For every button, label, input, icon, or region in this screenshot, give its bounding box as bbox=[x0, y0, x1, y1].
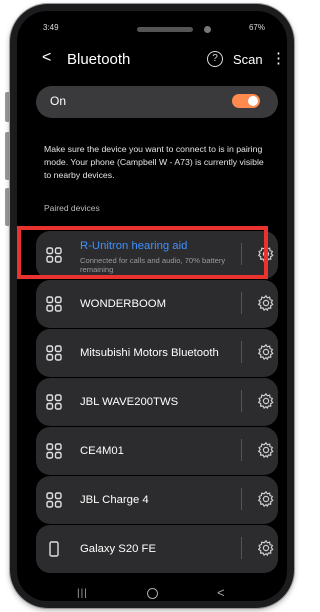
status-pill bbox=[137, 27, 193, 32]
back-button[interactable]: < bbox=[42, 49, 51, 67]
device-row[interactable]: Mitsubishi Motors Bluetooth bbox=[36, 329, 278, 377]
gear-icon[interactable] bbox=[257, 343, 275, 361]
more-options-icon[interactable]: ⋮ bbox=[271, 49, 286, 67]
divider bbox=[241, 341, 242, 363]
device-card[interactable]: JBL WAVE200TWS bbox=[36, 378, 278, 426]
help-icon[interactable]: ? bbox=[207, 51, 223, 67]
pairing-info-text: Make sure the device you want to connect… bbox=[44, 144, 264, 180]
device-row[interactable]: CE4M01 bbox=[36, 427, 278, 475]
bluetooth-state-label: On bbox=[50, 94, 67, 108]
phone-frame: 3:49 67% < Bluetooth ? Scan ⋮ On Make su… bbox=[10, 4, 294, 608]
device-row[interactable]: JBL WAVE200TWS bbox=[36, 378, 278, 426]
device-row[interactable]: WONDERBOOM bbox=[36, 280, 278, 328]
status-bar: 3:49 67% bbox=[17, 23, 287, 37]
device-name: Mitsubishi Motors Bluetooth bbox=[80, 347, 219, 359]
divider bbox=[241, 292, 242, 314]
divider bbox=[241, 390, 242, 412]
recents-button[interactable]: ||| bbox=[77, 588, 88, 599]
screen: 3:49 67% < Bluetooth ? Scan ⋮ On Make su… bbox=[17, 11, 287, 601]
gear-icon[interactable] bbox=[257, 294, 275, 312]
device-grid-icon bbox=[45, 491, 63, 509]
device-card[interactable]: WONDERBOOM bbox=[36, 280, 278, 328]
device-grid-icon bbox=[45, 442, 63, 460]
device-card[interactable]: Mitsubishi Motors Bluetooth bbox=[36, 329, 278, 377]
device-name: JBL Charge 4 bbox=[80, 494, 149, 506]
gear-icon[interactable] bbox=[257, 392, 275, 410]
device-grid-icon bbox=[45, 295, 63, 313]
bluetooth-toggle-row[interactable]: On bbox=[36, 86, 278, 118]
navigation-bar: ||| < bbox=[17, 585, 287, 601]
device-name: JBL WAVE200TWS bbox=[80, 396, 179, 408]
paired-devices-heading: Paired devices bbox=[44, 203, 100, 213]
device-name: Galaxy S20 FE bbox=[80, 543, 156, 555]
divider bbox=[241, 488, 242, 510]
divider bbox=[241, 537, 242, 559]
gear-icon[interactable] bbox=[257, 539, 275, 557]
device-name: CE4M01 bbox=[80, 445, 124, 457]
page-title: Bluetooth bbox=[67, 51, 131, 68]
device-card[interactable]: CE4M01 bbox=[36, 427, 278, 475]
gear-icon[interactable] bbox=[257, 441, 275, 459]
app-header: < Bluetooth ? Scan ⋮ bbox=[17, 49, 287, 71]
camera-dot bbox=[204, 26, 211, 33]
home-button[interactable] bbox=[147, 588, 158, 599]
device-card[interactable]: Galaxy S20 FE bbox=[36, 525, 278, 573]
device-row[interactable]: Galaxy S20 FE bbox=[36, 525, 278, 573]
highlight-box bbox=[17, 226, 268, 279]
device-row[interactable]: JBL Charge 4 bbox=[36, 476, 278, 524]
status-time: 3:49 bbox=[43, 23, 59, 32]
divider bbox=[241, 439, 242, 461]
phone-icon bbox=[45, 540, 63, 558]
device-name: WONDERBOOM bbox=[80, 298, 166, 310]
gear-icon[interactable] bbox=[257, 490, 275, 508]
device-grid-icon bbox=[45, 393, 63, 411]
battery-level: 67% bbox=[248, 23, 265, 32]
scan-button[interactable]: Scan bbox=[233, 52, 263, 67]
bluetooth-toggle[interactable] bbox=[232, 94, 260, 108]
nav-back-button[interactable]: < bbox=[217, 585, 225, 600]
device-grid-icon bbox=[45, 344, 63, 362]
device-card[interactable]: JBL Charge 4 bbox=[36, 476, 278, 524]
